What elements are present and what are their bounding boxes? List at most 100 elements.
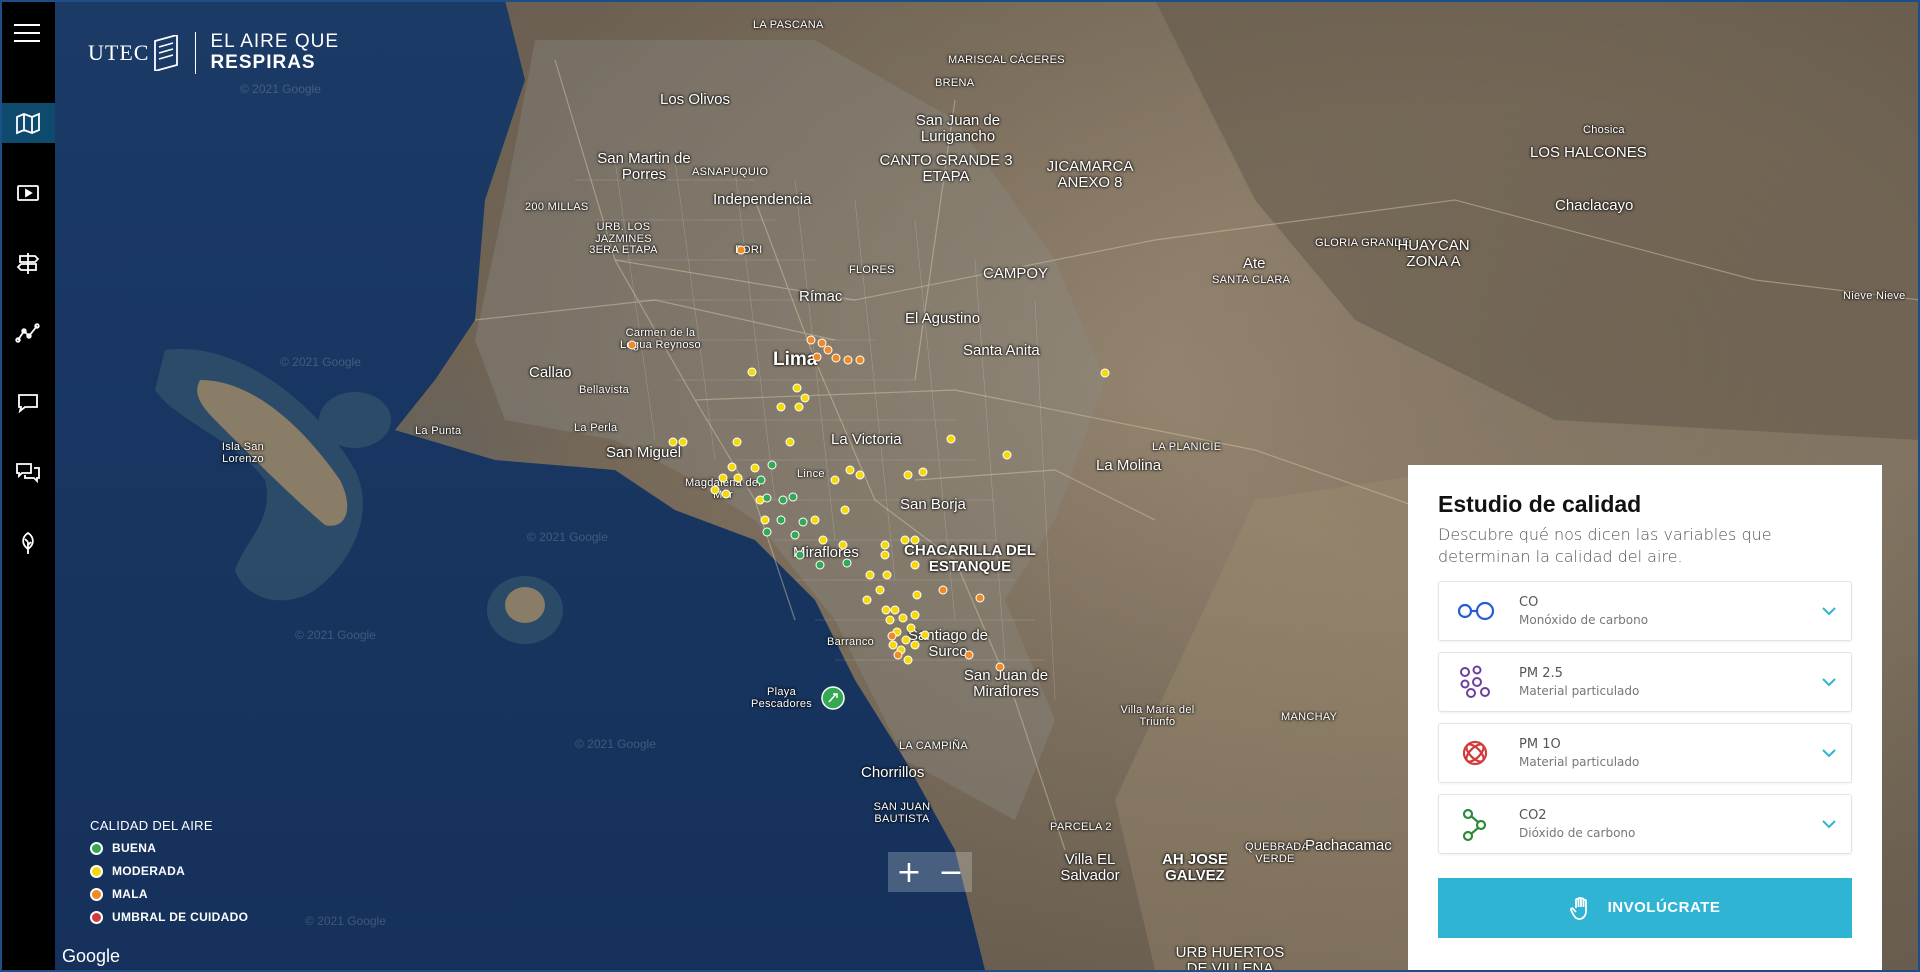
chevron-down-icon[interactable] [1821,674,1837,690]
marker-mala [964,650,974,660]
marker-moderada [710,485,720,495]
legend-title: CALIDAD DEL AIRE [90,818,213,833]
marker-buena [795,550,805,560]
marker-mala [627,340,637,350]
marker-moderada [946,434,956,444]
playa-pescadores-pin-icon [821,686,845,710]
conversation-icon [15,463,40,484]
sidebar [0,0,55,972]
marker-moderada [918,467,928,477]
chevron-down-icon[interactable] [1821,745,1837,761]
sidebar-item-video[interactable] [0,158,55,228]
marker-moderada [792,383,802,393]
marker-moderada [910,610,920,620]
marker-moderada [732,437,742,447]
chevron-down-icon[interactable] [1821,816,1837,832]
marker-moderada [890,605,900,615]
marker-mala [817,338,827,348]
marker-moderada [721,489,731,499]
sidebar-item-map[interactable] [0,103,55,143]
variable-description: Monóxido de carbono [1519,612,1649,627]
variable-name: CO [1519,594,1539,610]
marker-buena [815,560,825,570]
legend-item-buena: BUENA [90,841,248,855]
app-title-line2: RESPIRAS [210,52,316,73]
sidebar-item-signpost[interactable] [0,228,55,298]
sidebar-item-conversation[interactable] [0,438,55,508]
marker-moderada [910,535,920,545]
legend-dot-icon [90,910,103,924]
marker-moderada [875,585,885,595]
marker-moderada [888,640,898,650]
marker-moderada [750,463,760,473]
marker-moderada [1100,368,1110,378]
app-title-line1: EL AIRE QUE [210,31,340,53]
marker-mala [855,355,865,365]
variable-name: PM 2.5 [1519,665,1563,681]
variable-list: CO Monóxido de carbono PM 2.5 Material p… [1438,580,1852,854]
legend-dot-icon [90,864,103,878]
marker-moderada [898,613,908,623]
variable-pm25[interactable]: PM 2.5 Material particulado [1438,651,1852,712]
air-quality-legend: CALIDAD DEL AIRE BUENA MODERADA MALA UMB… [90,818,248,933]
app-title: EL AIRE QUE RESPIRAS [210,31,340,74]
variable-description: Material particulado [1519,754,1640,769]
marker-buena [798,517,808,527]
marker-buena [762,527,772,537]
zoom-controls: + − [888,852,972,892]
marker-moderada [920,630,930,640]
marker-moderada [910,560,920,570]
marker-buena [778,495,788,505]
variable-co[interactable]: CO Monóxido de carbono [1438,580,1852,641]
marker-moderada [760,515,770,525]
marker-mala [806,335,816,345]
variable-pm10[interactable]: PM 1O Material particulado [1438,722,1852,783]
marker-moderada [838,540,848,550]
co-molecule-icon [1457,601,1495,620]
marker-moderada [862,595,872,605]
marker-mala [893,650,903,660]
panel-title: Estudio de calidad [1438,491,1642,517]
marker-moderada [747,367,757,377]
marker-moderada [912,590,922,600]
menu-hamburger-icon[interactable] [14,24,40,46]
marker-buena [788,492,798,502]
marker-moderada [900,535,910,545]
co2-molecule-icon [1462,808,1487,841]
sidebar-item-chat[interactable] [0,368,55,438]
utec-logo: UTEC [88,35,181,71]
app-logo[interactable]: UTEC EL AIRE QUE RESPIRAS [88,31,340,74]
sidebar-item-graph[interactable] [0,298,55,368]
marker-buena [842,558,852,568]
marker-mala [938,585,948,595]
marker-moderada [880,550,890,560]
marker-moderada [882,570,892,580]
marker-moderada [855,470,865,480]
google-logo[interactable]: Google [62,946,120,967]
variable-name: CO2 [1519,807,1547,823]
involucrate-button[interactable]: INVOLÚCRATE [1438,877,1852,938]
chevron-down-icon[interactable] [1821,603,1837,619]
marker-moderada [910,640,920,650]
marker-mala [831,353,841,363]
chat-icon [17,394,38,414]
zoom-in-button[interactable]: + [888,852,930,892]
variable-description: Dióxido de carbono [1519,825,1636,840]
marker-moderada [903,655,913,665]
involucrate-label: INVOLÚCRATE [1607,899,1721,917]
marker-moderada [840,505,850,515]
marker-moderada [901,635,911,645]
sidebar-item-leaf[interactable] [0,508,55,578]
marker-moderada [733,473,743,483]
marker-moderada [678,437,688,447]
marker-moderada [903,470,913,480]
line-graph-icon [14,323,40,343]
marker-moderada [810,515,820,525]
marker-moderada [881,605,891,615]
marker-moderada [906,623,916,633]
legend-dot-icon [90,841,103,855]
variable-description: Material particulado [1519,683,1640,698]
variable-co2[interactable]: CO2 Dióxido de carbono [1438,793,1852,854]
marker-moderada [885,615,895,625]
zoom-out-button[interactable]: − [930,852,972,892]
